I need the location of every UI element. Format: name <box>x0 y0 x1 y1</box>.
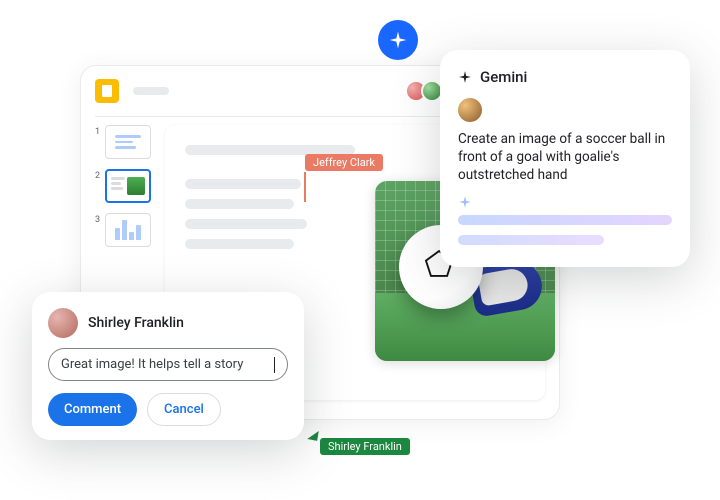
doc-title-placeholder <box>133 87 169 95</box>
thumb-number: 1 <box>95 125 101 159</box>
text-skeleton <box>185 219 307 229</box>
text-skeleton <box>185 199 294 209</box>
sparkle-icon <box>458 70 472 84</box>
text-skeleton <box>185 239 294 249</box>
loading-bar <box>458 235 604 245</box>
slide-thumbnail[interactable] <box>105 213 151 247</box>
comment-submit-button[interactable]: Comment <box>48 393 137 426</box>
gemini-prompt-text: Create an image of a soccer ball in fron… <box>458 130 672 185</box>
comment-author-avatar <box>48 308 78 338</box>
thumb-number: 2 <box>95 169 101 203</box>
presence-cursor-label: Jeffrey Clark <box>305 154 383 171</box>
text-skeleton <box>185 179 301 189</box>
slides-logo-icon <box>95 79 119 103</box>
slide-thumbnail[interactable] <box>105 125 151 159</box>
sparkle-icon <box>458 195 472 209</box>
comment-cancel-button[interactable]: Cancel <box>147 393 221 426</box>
comment-author-name: Shirley Franklin <box>88 315 184 331</box>
gemini-user-avatar <box>458 98 482 122</box>
gemini-loading <box>458 215 672 245</box>
comment-input[interactable]: Great image! It helps tell a story <box>48 348 288 381</box>
comment-composer: Shirley Franklin Great image! It helps t… <box>32 292 304 440</box>
slide-thumbnail-active[interactable] <box>105 169 151 203</box>
thumb-number: 3 <box>95 213 101 247</box>
loading-bar <box>458 215 672 225</box>
gemini-badge-icon[interactable] <box>378 20 418 60</box>
gemini-title: Gemini <box>480 68 527 86</box>
gemini-panel: Gemini Create an image of a soccer ball … <box>440 50 690 267</box>
gemini-header: Gemini <box>458 68 672 86</box>
presence-cursor-label: Shirley Franklin <box>320 438 410 455</box>
